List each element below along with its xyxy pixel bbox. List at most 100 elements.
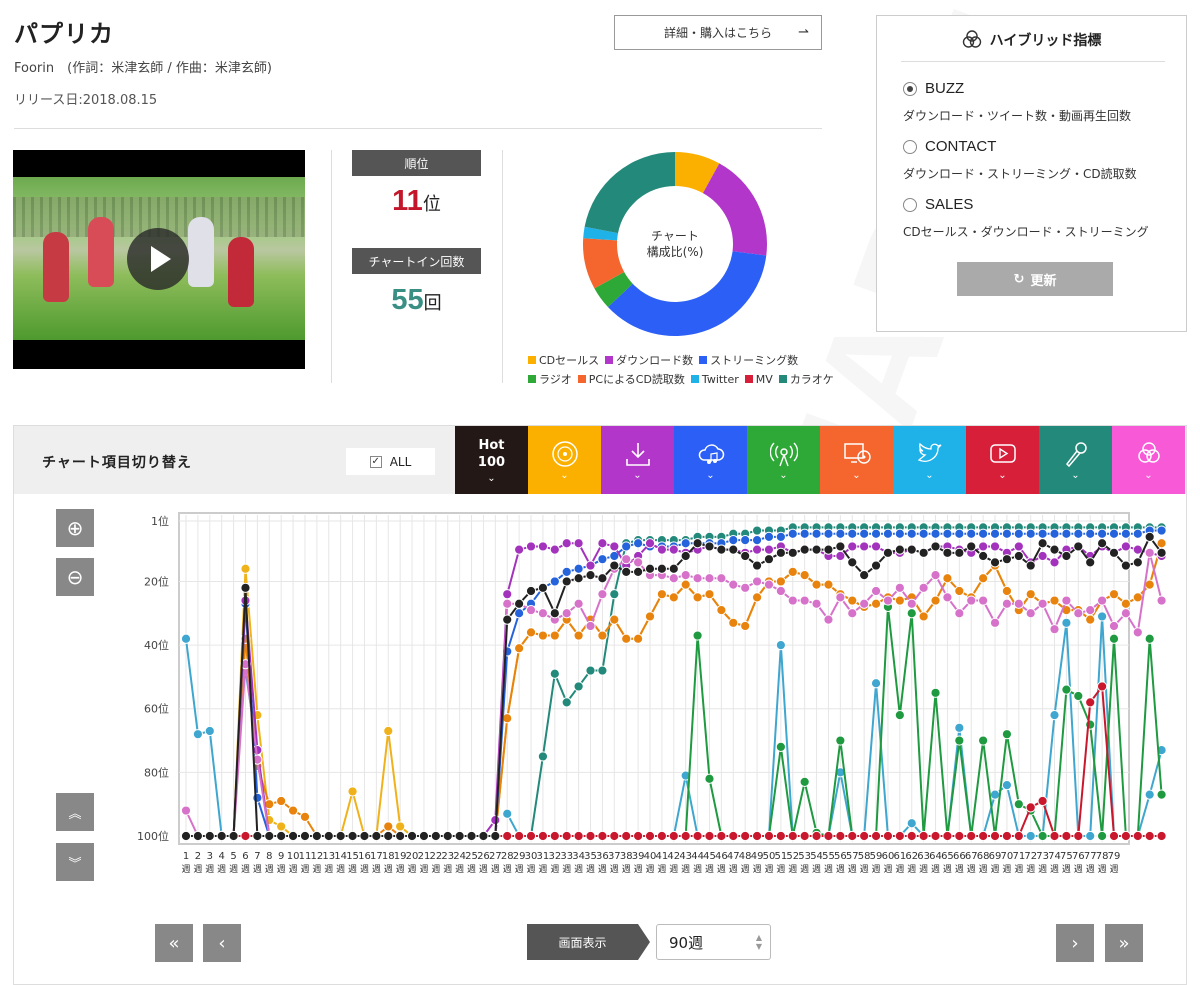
category-tab-download[interactable]: ⌄ <box>601 426 674 494</box>
data-point[interactable] <box>609 541 620 552</box>
data-point[interactable] <box>1108 830 1120 842</box>
data-point[interactable] <box>561 566 572 578</box>
data-point[interactable] <box>668 592 679 603</box>
data-point[interactable] <box>1108 547 1120 558</box>
data-point[interactable] <box>252 830 263 842</box>
data-point[interactable] <box>383 830 394 842</box>
data-point[interactable] <box>264 830 275 842</box>
data-point[interactable] <box>1061 595 1072 606</box>
data-point[interactable] <box>1037 830 1048 842</box>
data-point[interactable] <box>835 528 846 539</box>
data-point[interactable] <box>823 579 834 590</box>
data-point[interactable] <box>1037 795 1048 807</box>
data-point[interactable] <box>859 569 870 581</box>
data-point[interactable] <box>728 579 739 590</box>
data-point[interactable] <box>1061 684 1072 695</box>
data-point[interactable] <box>276 821 287 832</box>
data-point[interactable] <box>656 830 667 842</box>
data-point[interactable] <box>1097 681 1108 692</box>
data-point[interactable] <box>585 620 596 632</box>
category-tab-hybrid[interactable]: ⌄ <box>1112 426 1185 494</box>
data-point[interactable] <box>561 538 572 549</box>
data-point[interactable] <box>1132 528 1143 539</box>
data-point[interactable] <box>287 830 299 842</box>
data-point[interactable] <box>537 608 549 619</box>
data-point[interactable] <box>549 630 560 641</box>
data-point[interactable] <box>978 830 989 842</box>
data-point[interactable] <box>1037 550 1048 562</box>
data-point[interactable] <box>502 830 513 842</box>
data-point[interactable] <box>1144 633 1155 644</box>
data-point[interactable] <box>395 830 406 842</box>
data-point[interactable] <box>906 598 917 609</box>
scroll-up-button[interactable]: ︽ <box>56 793 94 831</box>
data-point[interactable] <box>1073 528 1084 539</box>
play-button-icon[interactable] <box>127 228 189 290</box>
data-point[interactable] <box>1025 608 1036 619</box>
data-point[interactable] <box>954 528 965 539</box>
data-point[interactable] <box>549 544 560 555</box>
data-point[interactable] <box>537 582 549 593</box>
data-point[interactable] <box>668 830 679 842</box>
data-point[interactable] <box>1120 598 1131 609</box>
data-point[interactable] <box>870 585 882 597</box>
data-point[interactable] <box>561 830 572 842</box>
data-point[interactable] <box>704 573 715 584</box>
data-point[interactable] <box>692 592 703 603</box>
data-point[interactable] <box>1037 538 1048 549</box>
data-point[interactable] <box>811 544 822 555</box>
data-point[interactable] <box>204 725 215 737</box>
data-point[interactable] <box>847 528 858 539</box>
data-point[interactable] <box>882 528 894 539</box>
data-point[interactable] <box>763 554 775 565</box>
data-point[interactable] <box>954 735 965 746</box>
data-point[interactable] <box>644 563 656 574</box>
data-point[interactable] <box>633 566 644 578</box>
data-point[interactable] <box>1049 544 1060 555</box>
data-point[interactable] <box>1001 779 1013 791</box>
data-point[interactable] <box>811 830 822 842</box>
data-point[interactable] <box>1156 595 1167 606</box>
data-point[interactable] <box>1144 830 1155 842</box>
data-point[interactable] <box>1097 538 1108 549</box>
data-point[interactable] <box>870 528 882 539</box>
data-point[interactable] <box>894 595 905 606</box>
data-point[interactable] <box>989 541 1001 552</box>
data-point[interactable] <box>835 592 846 603</box>
data-point[interactable] <box>799 528 810 539</box>
data-point[interactable] <box>1025 830 1036 842</box>
data-point[interactable] <box>1132 592 1143 603</box>
data-point[interactable] <box>870 598 882 609</box>
data-point[interactable] <box>954 830 965 842</box>
data-point[interactable] <box>870 678 882 689</box>
data-point[interactable] <box>668 544 679 555</box>
data-point[interactable] <box>1001 554 1013 565</box>
data-point[interactable] <box>180 633 192 644</box>
radio-contact[interactable] <box>903 139 917 154</box>
data-point[interactable] <box>1085 614 1096 625</box>
option-buzz[interactable]: BUZZ <box>903 80 964 97</box>
data-point[interactable] <box>656 544 667 555</box>
data-point[interactable] <box>978 573 989 584</box>
data-point[interactable] <box>276 795 287 807</box>
data-point[interactable] <box>989 557 1001 568</box>
data-point[interactable] <box>1156 830 1167 842</box>
option-sales[interactable]: SALES <box>903 196 973 213</box>
data-point[interactable] <box>418 830 430 842</box>
data-point[interactable] <box>668 573 679 584</box>
data-point[interactable] <box>1073 830 1084 842</box>
data-point[interactable] <box>585 830 596 842</box>
data-point[interactable] <box>1156 525 1167 536</box>
data-point[interactable] <box>597 630 608 641</box>
data-point[interactable] <box>525 541 537 552</box>
data-point[interactable] <box>942 547 953 558</box>
category-tab-pc-cd[interactable]: ⌄ <box>820 426 893 494</box>
data-point[interactable] <box>1108 528 1120 539</box>
data-point[interactable] <box>1025 802 1036 813</box>
data-point[interactable] <box>680 569 691 581</box>
data-point[interactable] <box>644 538 656 549</box>
data-point[interactable] <box>859 541 870 552</box>
data-point[interactable] <box>787 595 798 606</box>
data-point[interactable] <box>870 560 882 571</box>
data-point[interactable] <box>799 544 810 555</box>
